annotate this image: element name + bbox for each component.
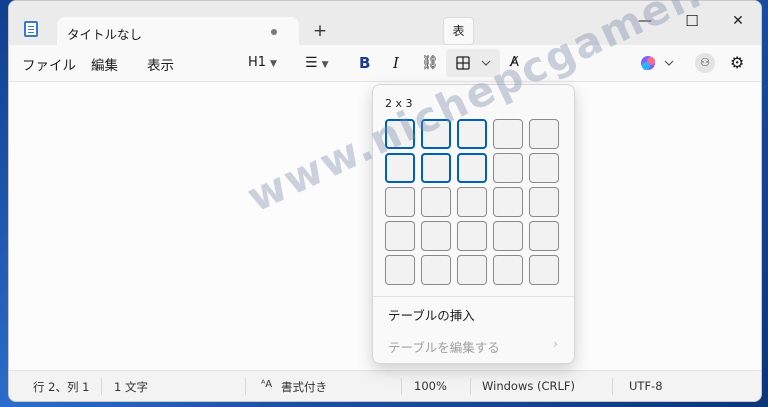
bold-button[interactable]: B bbox=[359, 53, 370, 73]
grid-cell[interactable] bbox=[421, 187, 451, 217]
table-button[interactable] bbox=[446, 49, 500, 77]
table-icon bbox=[456, 56, 491, 70]
new-tab-button[interactable]: + bbox=[310, 21, 330, 41]
notepad-icon bbox=[24, 21, 38, 37]
chevron-down-icon: ▼ bbox=[321, 60, 329, 70]
grid-cell[interactable] bbox=[457, 153, 487, 183]
copilot-button[interactable] bbox=[639, 53, 679, 73]
list-dropdown[interactable]: ☰ ▼ bbox=[305, 53, 328, 73]
grid-cell[interactable] bbox=[385, 221, 415, 251]
divider bbox=[245, 378, 246, 395]
grid-cell[interactable] bbox=[385, 119, 415, 149]
menu-view[interactable]: 表示 bbox=[147, 54, 174, 74]
chevron-down-icon: ▼ bbox=[270, 59, 277, 69]
title-bar: タイトルなし + — ☐ ✕ bbox=[9, 1, 761, 47]
cursor-position: 行 2、列 1 bbox=[33, 380, 90, 394]
grid-cell[interactable] bbox=[421, 119, 451, 149]
divider bbox=[373, 296, 574, 297]
line-ending[interactable]: Windows (CRLF) bbox=[482, 379, 575, 393]
heading-label: H1 bbox=[248, 55, 267, 70]
maximize-button[interactable]: ☐ bbox=[677, 11, 707, 31]
grid-cell[interactable] bbox=[529, 119, 559, 149]
grid-cell[interactable] bbox=[421, 221, 451, 251]
grid-cell[interactable] bbox=[493, 153, 523, 183]
status-bar: 行 2、列 1 1 文字 ᴬA 書式付き 100% Windows (CRLF)… bbox=[9, 370, 761, 401]
tab-untitled[interactable]: タイトルなし bbox=[57, 17, 299, 47]
grid-cell[interactable] bbox=[385, 255, 415, 285]
gear-icon: ⚙ bbox=[730, 53, 745, 72]
insert-table-item[interactable]: テーブルの挿入 bbox=[388, 305, 475, 324]
link-button[interactable]: ⛓ bbox=[421, 53, 439, 73]
grid-cell[interactable] bbox=[457, 119, 487, 149]
copilot-icon bbox=[641, 56, 674, 70]
grid-cell[interactable] bbox=[529, 221, 559, 251]
unsaved-dot-icon[interactable] bbox=[271, 29, 277, 35]
grid-cell[interactable] bbox=[421, 153, 451, 183]
grid-cell[interactable] bbox=[493, 255, 523, 285]
grid-cell[interactable] bbox=[457, 255, 487, 285]
divider bbox=[401, 378, 402, 395]
grid-cell[interactable] bbox=[385, 187, 415, 217]
menu-edit[interactable]: 編集 bbox=[91, 54, 118, 74]
grid-cell[interactable] bbox=[493, 221, 523, 251]
grid-cell[interactable] bbox=[529, 153, 559, 183]
italic-button[interactable]: I bbox=[393, 53, 399, 73]
table-dropdown: 2 x 3 テーブルの挿入 テーブルを編集する › bbox=[372, 84, 575, 364]
list-icon: ☰ bbox=[305, 55, 318, 71]
encoding[interactable]: UTF-8 bbox=[629, 379, 663, 393]
divider bbox=[101, 378, 102, 395]
account-icon[interactable]: ⚇ bbox=[695, 53, 715, 73]
divider bbox=[470, 378, 471, 395]
grid-cell[interactable] bbox=[457, 221, 487, 251]
chevron-right-icon: › bbox=[553, 337, 558, 351]
format-icon: ᴬA bbox=[261, 379, 273, 390]
grid-cell[interactable] bbox=[421, 255, 451, 285]
grid-cell[interactable] bbox=[493, 187, 523, 217]
grid-cell[interactable] bbox=[457, 187, 487, 217]
zoom-level[interactable]: 100% bbox=[414, 379, 447, 393]
table-tooltip: 表 bbox=[443, 17, 474, 45]
grid-cell[interactable] bbox=[529, 255, 559, 285]
close-button[interactable]: ✕ bbox=[723, 11, 753, 31]
minimize-button[interactable]: — bbox=[630, 11, 660, 31]
settings-button[interactable]: ⚙ bbox=[730, 53, 744, 73]
format-mode[interactable]: 書式付き bbox=[281, 379, 327, 395]
link-icon: ⛓ bbox=[421, 55, 439, 71]
divider bbox=[612, 378, 613, 395]
grid-cell[interactable] bbox=[529, 187, 559, 217]
edit-table-item: テーブルを編集する bbox=[388, 341, 500, 355]
heading-dropdown[interactable]: H1 ▼ bbox=[248, 53, 277, 73]
spellcheck-icon: A̸ bbox=[510, 55, 519, 70]
char-count: 1 文字 bbox=[114, 380, 148, 394]
menu-file[interactable]: ファイル bbox=[22, 54, 76, 74]
spellcheck-button[interactable]: A̸ bbox=[510, 53, 519, 73]
tab-title: タイトルなし bbox=[67, 28, 143, 42]
toolbar: ファイル 編集 表示 H1 ▼ ☰ ▼ B I ⛓ A̸ ⚇ ⚙ bbox=[9, 45, 761, 82]
grid-cell[interactable] bbox=[493, 119, 523, 149]
table-size-label: 2 x 3 bbox=[385, 97, 413, 110]
grid-cell[interactable] bbox=[385, 153, 415, 183]
